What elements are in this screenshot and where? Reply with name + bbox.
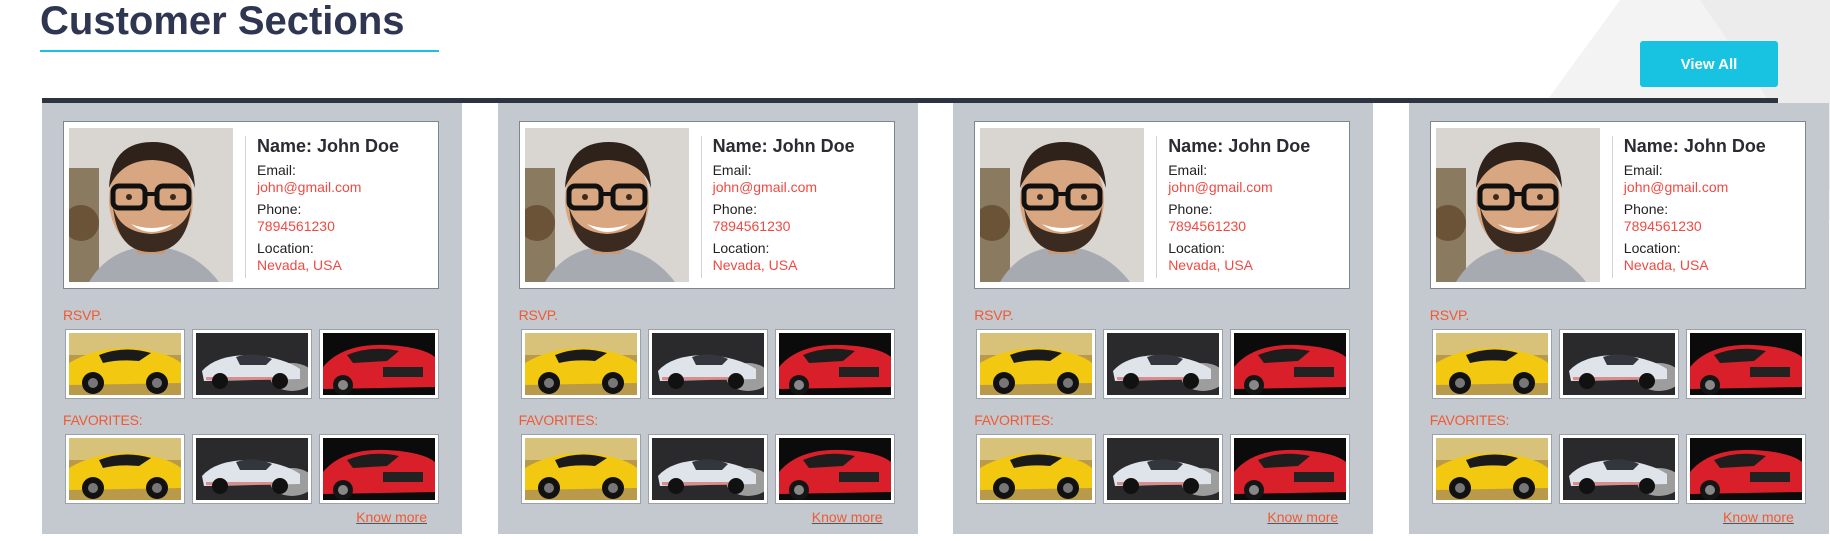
favorite-images <box>976 434 1356 504</box>
red-sports-car-thumbnail[interactable] <box>319 434 439 504</box>
avatar <box>980 128 1145 282</box>
silver-sports-car-thumbnail[interactable] <box>192 434 312 504</box>
yellow-sports-car-thumbnail[interactable] <box>520 329 641 399</box>
location-value: Nevada, USA <box>257 257 342 273</box>
customer-card: Name: John Doe Email: john@gmail.com Pho… <box>42 103 462 534</box>
email-value[interactable]: john@gmail.com <box>713 179 893 196</box>
email-value[interactable]: john@gmail.com <box>1168 179 1348 196</box>
rsvp-images <box>1431 329 1812 399</box>
phone-value[interactable]: 7894561230 <box>257 218 437 235</box>
customer-card: Name: John Doe Email: john@gmail.com Pho… <box>953 103 1374 534</box>
phone-label: Phone: <box>1623 201 1669 217</box>
profile-info: Name: John Doe Email: john@gmail.com Pho… <box>1624 134 1804 279</box>
silver-sports-car-thumbnail[interactable] <box>1558 329 1679 399</box>
yellow-sports-car-thumbnail[interactable] <box>976 434 1097 504</box>
silver-sports-car-thumbnail[interactable] <box>647 329 768 399</box>
yellow-sports-car-thumbnail[interactable] <box>65 434 185 504</box>
profile-info: Name: John Doe Email: john@gmail.com Pho… <box>713 134 893 279</box>
rsvp-label: RSVP. <box>63 307 103 323</box>
email-value[interactable]: john@gmail.com <box>257 179 437 196</box>
favorite-images <box>1431 434 1812 504</box>
email-value[interactable]: john@gmail.com <box>1624 179 1804 196</box>
silver-sports-car-thumbnail[interactable] <box>1558 434 1679 504</box>
location-label: Location: <box>257 240 314 256</box>
silver-sports-car-thumbnail[interactable] <box>647 434 768 504</box>
customer-name: Name: John Doe <box>1168 136 1311 156</box>
view-all-button[interactable]: View All <box>1640 41 1778 87</box>
yellow-sports-car-thumbnail[interactable] <box>520 434 641 504</box>
customer-name: Name: John Doe <box>257 136 400 156</box>
customer-card: Name: John Doe Email: john@gmail.com Pho… <box>1408 103 1829 534</box>
profile-box: Name: John Doe Email: john@gmail.com Pho… <box>974 121 1351 289</box>
red-sports-car-thumbnail[interactable] <box>1685 329 1806 399</box>
rsvp-label: RSVP. <box>1429 307 1470 323</box>
email-label: Email: <box>1623 162 1663 178</box>
phone-label: Phone: <box>257 201 302 217</box>
page-title: Customer Sections <box>40 0 405 43</box>
avatar <box>524 128 689 282</box>
red-sports-car-thumbnail[interactable] <box>1230 329 1351 399</box>
phone-value[interactable]: 7894561230 <box>1168 218 1348 235</box>
email-label: Email: <box>712 162 752 178</box>
favorites-label: FAVORITES: <box>974 412 1054 428</box>
location-label: Location: <box>1623 240 1681 256</box>
rsvp-label: RSVP. <box>974 307 1014 323</box>
rsvp-images <box>520 329 901 399</box>
email-label: Email: <box>1168 162 1208 178</box>
customer-cards: Name: John Doe Email: john@gmail.com Pho… <box>42 103 1829 534</box>
location-value: Nevada, USA <box>1623 257 1709 273</box>
customer-cards-panel: Name: John Doe Email: john@gmail.com Pho… <box>42 98 1829 534</box>
favorite-images <box>520 434 901 504</box>
profile-divider <box>245 136 246 278</box>
favorites-label: FAVORITES: <box>518 412 599 428</box>
phone-value[interactable]: 7894561230 <box>1624 218 1804 235</box>
favorite-images <box>65 434 445 504</box>
know-more-link[interactable]: Know more <box>1267 509 1338 525</box>
phone-label: Phone: <box>712 201 757 217</box>
location-label: Location: <box>712 240 770 256</box>
phone-label: Phone: <box>1168 201 1213 217</box>
know-more-link[interactable]: Know more <box>356 509 427 525</box>
know-more-link[interactable]: Know more <box>812 509 883 525</box>
profile-info: Name: John Doe Email: john@gmail.com Pho… <box>1168 134 1348 279</box>
profile-divider <box>1611 136 1613 278</box>
know-more-link[interactable]: Know more <box>1723 509 1794 525</box>
yellow-sports-car-thumbnail[interactable] <box>976 329 1097 399</box>
email-label: Email: <box>257 162 296 178</box>
rsvp-label: RSVP. <box>518 307 558 323</box>
silver-sports-car-thumbnail[interactable] <box>1103 329 1224 399</box>
customer-name: Name: John Doe <box>1623 136 1766 156</box>
location-value: Nevada, USA <box>1168 257 1254 273</box>
profile-info: Name: John Doe Email: john@gmail.com Pho… <box>257 134 437 279</box>
location-label: Location: <box>1168 240 1226 256</box>
red-sports-car-thumbnail[interactable] <box>774 329 895 399</box>
customer-card: Name: John Doe Email: john@gmail.com Pho… <box>497 103 918 534</box>
profile-box: Name: John Doe Email: john@gmail.com Pho… <box>63 121 439 289</box>
profile-divider <box>1156 136 1158 278</box>
yellow-sports-car-thumbnail[interactable] <box>1431 434 1552 504</box>
favorites-label: FAVORITES: <box>63 412 143 428</box>
profile-divider <box>700 136 702 278</box>
silver-sports-car-thumbnail[interactable] <box>1103 434 1224 504</box>
red-sports-car-thumbnail[interactable] <box>1230 434 1351 504</box>
location-value: Nevada, USA <box>712 257 798 273</box>
yellow-sports-car-thumbnail[interactable] <box>65 329 185 399</box>
title-underline <box>40 50 439 52</box>
red-sports-car-thumbnail[interactable] <box>774 434 895 504</box>
rsvp-images <box>65 329 445 399</box>
rsvp-images <box>976 329 1356 399</box>
favorites-label: FAVORITES: <box>1429 412 1510 428</box>
avatar <box>69 128 233 282</box>
avatar <box>1435 128 1600 282</box>
profile-box: Name: John Doe Email: john@gmail.com Pho… <box>518 121 895 289</box>
customer-name: Name: John Doe <box>712 136 855 156</box>
yellow-sports-car-thumbnail[interactable] <box>1431 329 1552 399</box>
red-sports-car-thumbnail[interactable] <box>1685 434 1806 504</box>
profile-box: Name: John Doe Email: john@gmail.com Pho… <box>1429 121 1806 289</box>
phone-value[interactable]: 7894561230 <box>713 218 893 235</box>
red-sports-car-thumbnail[interactable] <box>319 329 439 399</box>
silver-sports-car-thumbnail[interactable] <box>192 329 312 399</box>
